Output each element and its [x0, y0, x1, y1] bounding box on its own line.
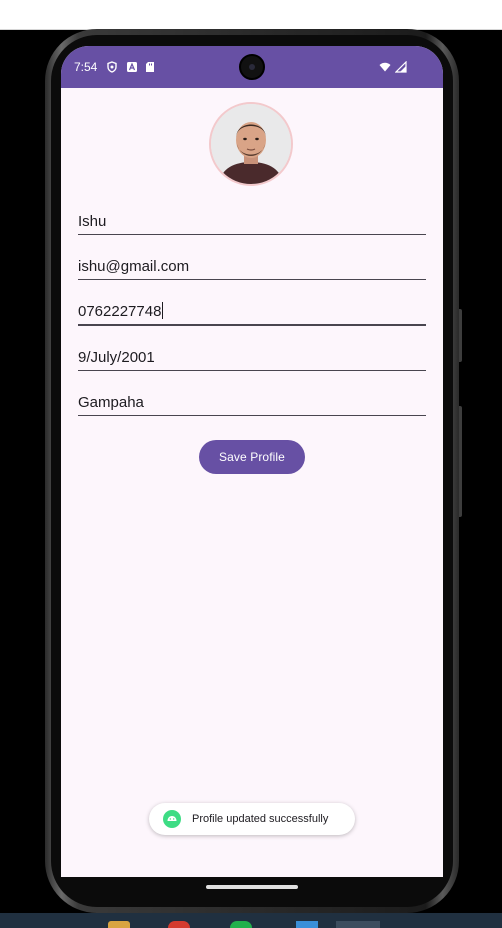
wifi-icon: [379, 62, 391, 72]
taskbar-active-app[interactable]: [336, 921, 380, 928]
android-icon: [163, 810, 181, 828]
city-field[interactable]: Gampaha: [78, 385, 426, 416]
window-top-strip: [0, 0, 502, 30]
front-camera: [239, 54, 265, 80]
email-value: ishu@gmail.com: [78, 258, 190, 275]
toast-message: Profile updated successfully: [149, 803, 355, 835]
city-value: Gampaha: [78, 394, 144, 411]
phone-field[interactable]: 0762227748: [78, 294, 426, 326]
taskbar-app-icon[interactable]: [296, 921, 318, 928]
phone-text: 0762227748: [78, 302, 164, 320]
profile-avatar[interactable]: [209, 102, 293, 186]
email-field[interactable]: ishu@gmail.com: [78, 249, 426, 280]
taskbar-app-icon[interactable]: [168, 921, 190, 928]
name-value: Ishu: [78, 213, 107, 230]
sd-card-icon: [146, 62, 154, 72]
dob-value: 9/July/2001: [78, 349, 155, 366]
phone-value: 0762227748: [78, 303, 162, 320]
save-profile-button[interactable]: Save Profile: [199, 440, 305, 474]
signal-icon: [395, 61, 407, 73]
status-bar: 7:54: [61, 46, 443, 88]
taskbar-app-icon[interactable]: [108, 921, 130, 928]
dob-field[interactable]: 9/July/2001: [78, 340, 426, 371]
avatar-portrait: [211, 104, 291, 184]
vpn-shield-icon: [107, 61, 117, 73]
taskbar-app-icon[interactable]: [230, 921, 252, 928]
gesture-nav-handle[interactable]: [206, 885, 298, 889]
toast-text: Profile updated successfully: [192, 813, 329, 825]
name-field[interactable]: Ishu: [78, 204, 426, 235]
a-icon: [127, 62, 137, 72]
app-screen: 7:54 Ishu ishu@gmail.com 0762227748 9/Ju…: [61, 46, 443, 877]
status-time: 7:54: [74, 60, 98, 74]
text-cursor: [162, 302, 164, 319]
host-taskbar: [0, 913, 502, 928]
